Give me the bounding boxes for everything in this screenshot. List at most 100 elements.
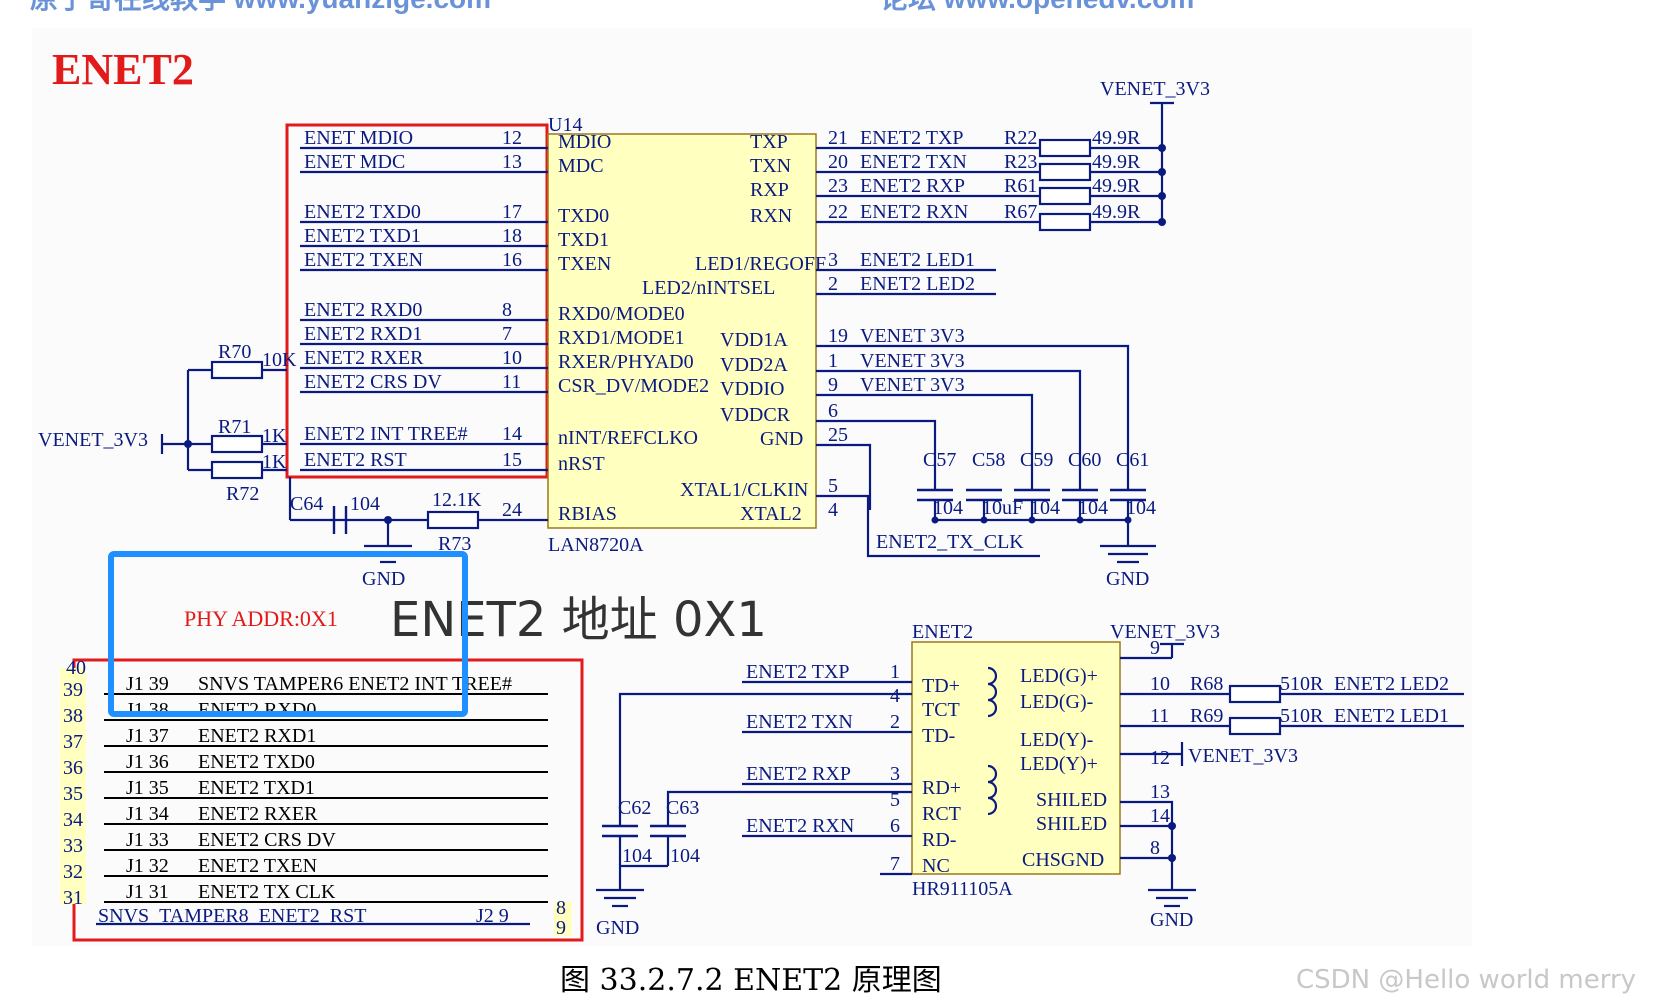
- magjack-pin-net: ENET2 TXP: [746, 661, 850, 683]
- chip-pin-name: VDD2A: [720, 354, 788, 376]
- chip-pin-num: 6: [828, 400, 838, 422]
- cap-value: 104: [622, 845, 652, 867]
- cap-ref: C57: [923, 449, 956, 471]
- faded-header-right: 论坛 www.openedv.com: [880, 0, 1194, 14]
- gnd-ct-label: GND: [596, 917, 639, 939]
- res-ref: R67: [1004, 201, 1037, 223]
- magjack-pin-name: NC: [922, 855, 950, 877]
- watermark: CSDN @Hello world merry: [1296, 965, 1636, 995]
- r71-label: R71: [218, 416, 251, 438]
- junction-dot: [184, 440, 192, 448]
- chip-pin-num: 22: [828, 201, 848, 223]
- chip-pin-num: 5: [828, 475, 838, 497]
- magjack-pin-net: ENET2 RXN: [746, 815, 854, 837]
- conn-side-top: 40: [66, 657, 86, 679]
- chip-pin-num: 24: [502, 499, 522, 521]
- gnd-rbias-label: GND: [362, 568, 405, 590]
- magjack-pin-num: 12: [1150, 747, 1170, 769]
- magjack-pin-name: LED(Y)+: [1020, 753, 1098, 775]
- res-value: 49.9R: [1092, 127, 1141, 149]
- res-ref: R22: [1004, 127, 1037, 149]
- chip-pin-name: LED1/REGOFF: [695, 253, 826, 275]
- chip-pin-name: GND: [760, 428, 803, 450]
- res-body: [1038, 138, 1092, 158]
- connector-side-num: 38: [63, 705, 83, 727]
- chip-pin-net: ENET2 TXN: [860, 151, 967, 173]
- connector-pin: J1 33: [126, 829, 169, 851]
- connector-net: ENET2 TXD1: [198, 777, 315, 799]
- gnd-caps-label: GND: [1106, 568, 1149, 590]
- chip-pin-name: TXD1: [558, 229, 609, 251]
- chip-pin-name: RXN: [750, 205, 792, 227]
- res-ref: R61: [1004, 175, 1037, 197]
- chip-pin-net: ENET2 LED2: [860, 273, 975, 295]
- magjack-part: HR911105A: [912, 878, 1013, 900]
- r72-resistor: [210, 460, 264, 480]
- r73-resistor: [426, 510, 480, 530]
- chip-pin-net: ENET2 RST: [304, 449, 407, 471]
- chip-pin-net: ENET2 INT TREE#: [304, 423, 468, 445]
- magjack-pin-net: ENET2 TXN: [746, 711, 853, 733]
- chip-pin-name: TXP: [750, 131, 788, 153]
- r72-value: 1K: [262, 451, 287, 473]
- magjack-pin-num: 10: [1150, 673, 1170, 695]
- chip-pin-num: 4: [828, 499, 838, 521]
- chip-pin-name: XTAL1/CLKIN: [680, 479, 808, 501]
- magjack-pin-name: TCT: [922, 699, 960, 721]
- cap-value: 104: [1030, 497, 1060, 519]
- connector-side-num: 31: [63, 887, 83, 909]
- magjack-pin-num: 6: [890, 815, 900, 837]
- chip-pin-num: 1: [828, 350, 838, 372]
- magjack-pin-name: RD-: [922, 829, 956, 851]
- res-body: [1038, 162, 1092, 182]
- connector-side-num: 37: [63, 731, 83, 753]
- chip-pin-net: ENET2 RXD1: [304, 323, 422, 345]
- chip-pin-net: ENET2 RXD0: [304, 299, 422, 321]
- schematic-canvas: 原子哥在线教学 www.yuanzige.com 论坛 www.openedv.…: [30, 0, 1636, 998]
- magjack-pin-name: SHILED: [1036, 813, 1107, 835]
- chip-pin-net: ENET2 RXN: [860, 201, 968, 223]
- chip-pin-num: 3: [828, 249, 838, 271]
- r70-label: R70: [218, 341, 251, 363]
- shield-junction-b: [1168, 854, 1176, 862]
- magjack-pin-name: TD+: [922, 675, 960, 697]
- chip-pin-name: MDIO: [558, 131, 611, 153]
- r73-value: 12.1K: [432, 489, 482, 511]
- mj-venet-bottom-label: VENET_3V3: [1188, 745, 1298, 767]
- cap-value: 104: [1078, 497, 1108, 519]
- c64-value: 104: [350, 493, 380, 515]
- r70-resistor: [210, 360, 264, 380]
- connector-side-num: 36: [63, 757, 83, 779]
- res-body: [1038, 212, 1092, 232]
- chip-pin-num: 9: [828, 374, 838, 396]
- chip-pin-name: TXD0: [558, 205, 609, 227]
- r72-label: R72: [226, 483, 259, 505]
- chip-pin-name: VDDIO: [720, 378, 784, 400]
- xtal-net-label: ENET2_TX_CLK: [876, 531, 1024, 553]
- led-net: ENET2 LED2: [1334, 673, 1449, 695]
- chip-pin-name: nINT/REFCLKO: [558, 427, 698, 449]
- cap-ref: C60: [1068, 449, 1101, 471]
- chip-pin-net: VENET 3V3: [860, 374, 965, 396]
- diagram-title: ENET2: [52, 45, 194, 94]
- chip-pin-num: 8: [502, 299, 512, 321]
- chip-pin-num: 16: [502, 249, 522, 271]
- cap-value: 104: [1126, 497, 1156, 519]
- phy-addr-annotation: ENET2 地址 0X1: [390, 592, 767, 648]
- magjack-pin-net: ENET2 RXP: [746, 763, 851, 785]
- magjack-pin-num: 14: [1150, 805, 1170, 827]
- connector-net: ENET2 CRS DV: [198, 829, 336, 851]
- chip-pin-num: 19: [828, 325, 848, 347]
- connector-pin: J1 35: [126, 777, 169, 799]
- phy-addr-label: PHY ADDR:0X1: [184, 606, 338, 631]
- cap-value: 104: [933, 497, 963, 519]
- chip-pin-net: ENET2 TXD1: [304, 225, 421, 247]
- magjack-pin-num: 11: [1150, 705, 1169, 727]
- res-value: 49.9R: [1092, 201, 1141, 223]
- chip-pin-num: 2: [828, 273, 838, 295]
- chip-pin-name: TXN: [750, 155, 791, 177]
- connector-side-num: 33: [63, 835, 83, 857]
- chip-pin-num: 15: [502, 449, 522, 471]
- chip-pin-num: 18: [502, 225, 522, 247]
- chip-pin-num: 21: [828, 127, 848, 149]
